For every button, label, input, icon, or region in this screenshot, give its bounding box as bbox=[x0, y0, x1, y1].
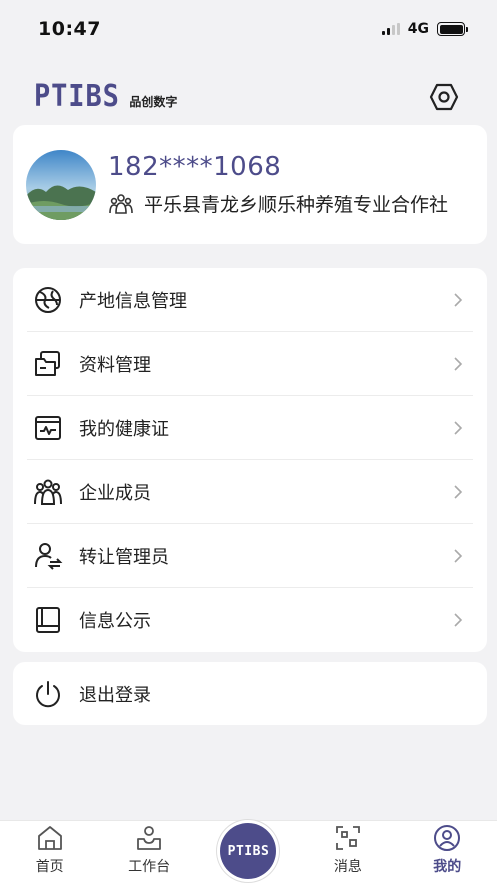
book-icon bbox=[36, 607, 60, 633]
tab-label: 首页 bbox=[35, 859, 64, 875]
settings-button[interactable] bbox=[429, 82, 459, 112]
hexagon-settings-icon bbox=[429, 83, 459, 111]
organization-name: 平乐县青龙乡顺乐种养殖专业合作社 bbox=[144, 194, 449, 216]
signal-icon bbox=[381, 23, 400, 35]
logout-button[interactable]: 退出登录 bbox=[13, 662, 487, 725]
tab-workbench[interactable]: 工作台 bbox=[104, 824, 194, 883]
menu-card: 产地信息管理 资料管理 我的健康证 企业成员 转让管理员 信息公示 bbox=[13, 268, 487, 652]
tab-home[interactable]: 首页 bbox=[5, 824, 95, 883]
tab-label: 工作台 bbox=[128, 859, 171, 875]
center-logo: PTIBS bbox=[220, 823, 277, 879]
chevron-right-icon bbox=[454, 356, 463, 371]
home-icon bbox=[37, 826, 62, 850]
members-icon bbox=[109, 193, 133, 214]
health-certificate-icon bbox=[35, 415, 61, 440]
profile-info: 182****1068 平乐县青龙乡顺乐种养殖专业合作社 bbox=[108, 152, 448, 217]
folder-icon bbox=[35, 350, 60, 376]
tab-label: 我的 bbox=[433, 859, 462, 875]
tab-label: 消息 bbox=[333, 859, 362, 875]
power-icon bbox=[36, 680, 60, 707]
menu-item-label: 产地信息管理 bbox=[79, 290, 187, 312]
chevron-right-icon bbox=[454, 420, 463, 435]
transfer-admin-icon bbox=[35, 542, 63, 570]
profile-icon bbox=[434, 825, 461, 851]
status-bar: 10:47 4G bbox=[0, 0, 497, 58]
tab-messages[interactable]: 消息 bbox=[303, 824, 393, 883]
menu-item-health-certificate[interactable]: 我的健康证 bbox=[27, 396, 473, 460]
network-type: 4G bbox=[407, 21, 429, 37]
logout-label: 退出登录 bbox=[79, 684, 151, 706]
brand-subtitle: 品创数字 bbox=[129, 95, 178, 109]
brand-logo: PTIBS bbox=[34, 79, 120, 114]
menu-item-label: 我的健康证 bbox=[79, 418, 169, 440]
chevron-right-icon bbox=[454, 484, 463, 499]
menu-item-transfer-admin[interactable]: 转让管理员 bbox=[27, 524, 473, 588]
menu-item-label: 企业成员 bbox=[79, 482, 151, 504]
tab-profile[interactable]: 我的 bbox=[402, 824, 492, 883]
status-indicators: 4G bbox=[381, 21, 468, 37]
profile-card[interactable]: 182****1068 平乐县青龙乡顺乐种养殖专业合作社 bbox=[13, 125, 487, 244]
app-header: PTIBS 品创数字 bbox=[0, 72, 497, 122]
menu-item-company-members[interactable]: 企业成员 bbox=[27, 460, 473, 524]
menu-item-label: 信息公示 bbox=[79, 611, 151, 632]
menu-item-label: 转让管理员 bbox=[79, 546, 169, 568]
members-icon bbox=[34, 479, 62, 505]
menu-item-info-disclosure[interactable]: 信息公示 bbox=[27, 588, 473, 652]
menu-item-label: 资料管理 bbox=[79, 354, 151, 376]
tab-bar: 首页 工作台 PTIBS 消息 我的 bbox=[0, 820, 497, 883]
tab-center-logo[interactable]: PTIBS bbox=[203, 823, 293, 879]
battery-icon bbox=[437, 22, 468, 36]
organization-row: 平乐县青龙乡顺乐种养殖专业合作社 bbox=[108, 190, 448, 217]
center-logo-text: PTIBS bbox=[227, 843, 270, 859]
menu-item-document-management[interactable]: 资料管理 bbox=[27, 332, 473, 396]
avatar[interactable] bbox=[26, 149, 96, 220]
profile-phone: 182****1068 bbox=[108, 152, 282, 182]
globe-origin-icon bbox=[35, 286, 61, 313]
status-time: 10:47 bbox=[38, 18, 101, 40]
chevron-right-icon bbox=[454, 292, 463, 307]
menu-item-origin-management[interactable]: 产地信息管理 bbox=[27, 268, 473, 332]
workbench-icon bbox=[137, 826, 161, 850]
chevron-right-icon bbox=[454, 548, 463, 563]
message-icon bbox=[335, 826, 360, 850]
chevron-right-icon bbox=[454, 613, 463, 627]
brand: PTIBS 品创数字 bbox=[34, 82, 177, 112]
